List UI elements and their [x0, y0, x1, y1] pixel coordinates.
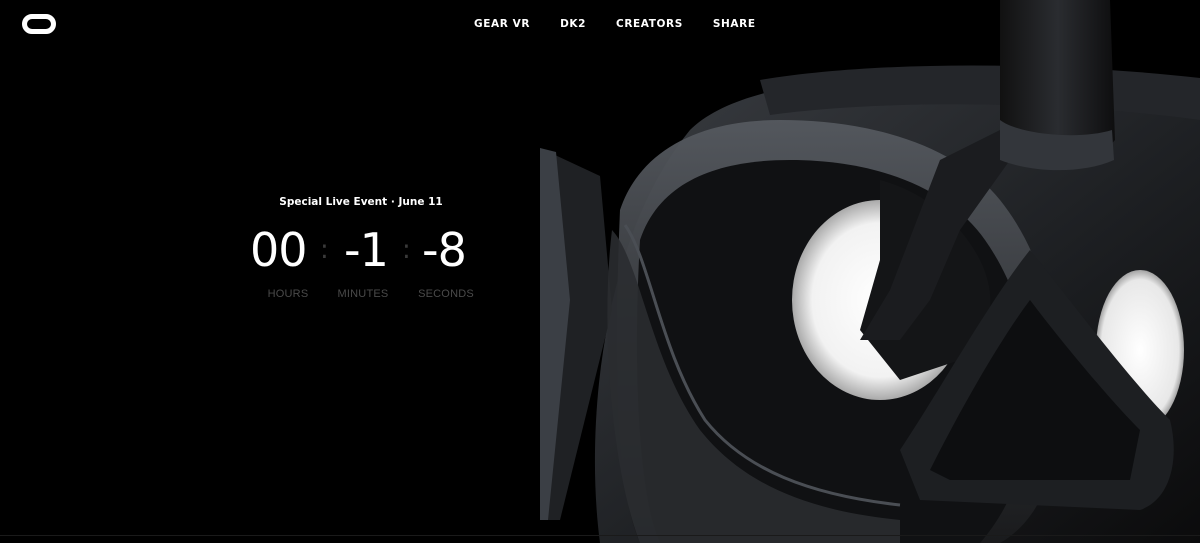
- countdown-seconds: -8: [422, 223, 467, 277]
- nav-item-share[interactable]: SHARE: [713, 18, 756, 30]
- countdown-seconds-label: SECONDS: [418, 288, 474, 300]
- countdown-hours-label: HOURS: [267, 288, 309, 300]
- nav-item-creators[interactable]: CREATORS: [616, 18, 683, 30]
- nav-item-gear-vr[interactable]: GEAR VR: [474, 18, 530, 30]
- countdown-hours: 00: [250, 223, 308, 277]
- event-title: Special Live Event · June 11: [279, 196, 443, 208]
- headset-hero-image: [540, 0, 1200, 543]
- countdown-separator: :: [402, 235, 411, 265]
- countdown-separator: :: [320, 235, 329, 265]
- nav-item-dk2[interactable]: DK2: [560, 18, 586, 30]
- countdown-timer: 00 : -1 : -8: [246, 222, 486, 278]
- oculus-logo-icon[interactable]: [22, 14, 56, 34]
- countdown-minutes-label: MINUTES: [337, 288, 389, 300]
- countdown-minutes: -1: [344, 223, 389, 277]
- divider: [0, 535, 1200, 536]
